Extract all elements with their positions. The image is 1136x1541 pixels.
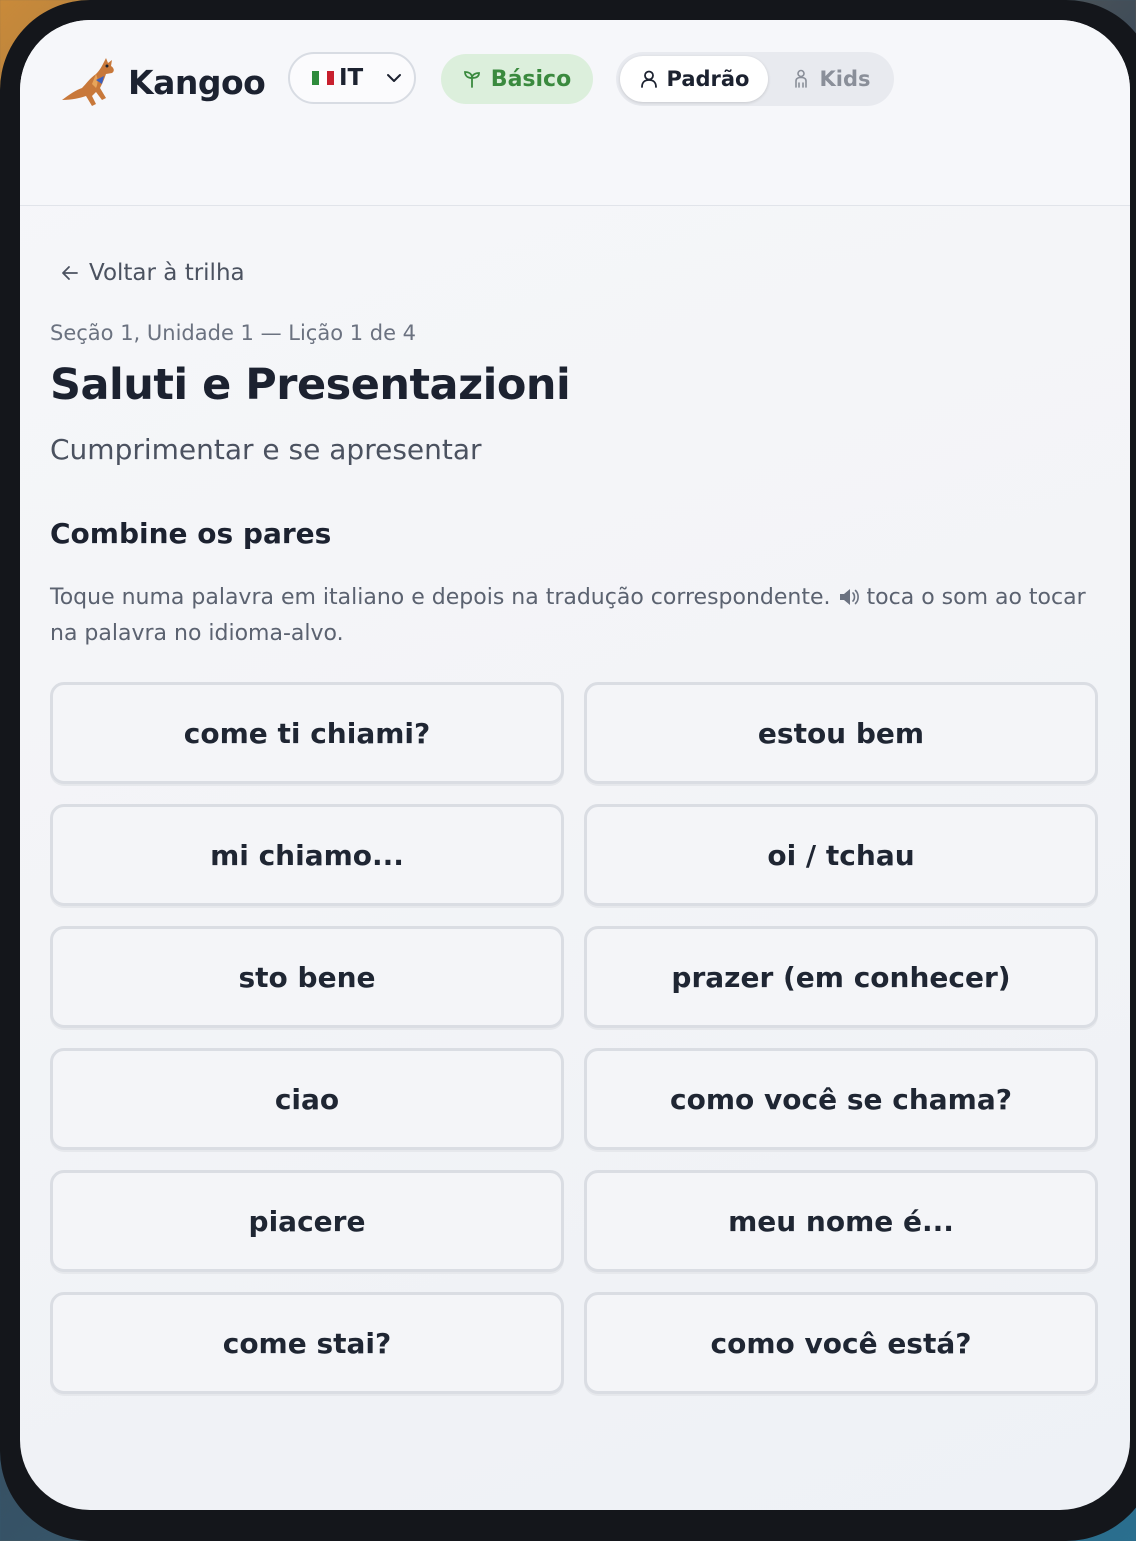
match-card-portuguese[interactable]: como você está? bbox=[584, 1292, 1098, 1394]
exercise-instructions: Toque numa palavra em italiano e depois … bbox=[50, 580, 1100, 652]
page-title: Saluti e Presentazioni bbox=[50, 360, 571, 410]
page-subtitle: Cumprimentar e se apresentar bbox=[50, 433, 482, 466]
level-label: Básico bbox=[490, 66, 572, 92]
italy-flag-icon bbox=[312, 71, 334, 85]
speaker-icon bbox=[839, 589, 859, 605]
match-card-portuguese[interactable]: prazer (em conhecer) bbox=[584, 926, 1098, 1028]
match-card-portuguese[interactable]: meu nome é... bbox=[584, 1170, 1098, 1272]
chevron-down-icon bbox=[387, 74, 401, 82]
breadcrumb: Seção 1, Unidade 1 — Lição 1 de 4 bbox=[50, 321, 417, 345]
level-badge[interactable]: Básico bbox=[441, 54, 593, 104]
match-card-italian[interactable]: come ti chiami? bbox=[50, 682, 564, 784]
instructions-text-before: Toque numa palavra em italiano e depois … bbox=[50, 585, 831, 610]
app-logo[interactable]: Kangoo bbox=[56, 54, 266, 110]
match-card-portuguese[interactable]: oi / tchau bbox=[584, 804, 1098, 906]
match-card-italian[interactable]: mi chiamo... bbox=[50, 804, 564, 906]
match-card-italian[interactable]: sto bene bbox=[50, 926, 564, 1028]
back-to-path-link[interactable]: Voltar à trilha bbox=[60, 260, 245, 286]
mode-standard-button[interactable]: Padrão bbox=[620, 56, 768, 102]
child-icon bbox=[795, 69, 808, 88]
match-card-portuguese[interactable]: como você se chama? bbox=[584, 1048, 1098, 1150]
device-frame: Kangoo IT Básico Padrão Kids Voltar à tr… bbox=[0, 0, 1136, 1541]
match-card-italian[interactable]: come stai? bbox=[50, 1292, 564, 1394]
back-link-label: Voltar à trilha bbox=[89, 260, 245, 286]
language-code: IT bbox=[339, 65, 364, 91]
exercise-heading: Combine os pares bbox=[50, 517, 332, 550]
match-card-italian[interactable]: piacere bbox=[50, 1170, 564, 1272]
top-bar: Kangoo IT Básico Padrão Kids bbox=[20, 20, 1130, 206]
arrow-left-icon bbox=[62, 266, 78, 280]
mode-standard-label: Padrão bbox=[666, 67, 750, 91]
mode-kids-button[interactable]: Kids bbox=[776, 56, 886, 102]
app-screen: Kangoo IT Básico Padrão Kids Voltar à tr… bbox=[20, 20, 1130, 1510]
kangaroo-logo-icon bbox=[62, 58, 114, 106]
match-card-italian[interactable]: ciao bbox=[50, 1048, 564, 1150]
language-select[interactable]: IT bbox=[288, 52, 416, 104]
mode-toggle: Padrão Kids bbox=[616, 52, 894, 106]
person-icon bbox=[640, 70, 657, 88]
match-card-portuguese[interactable]: estou bem bbox=[584, 682, 1098, 784]
sprout-icon bbox=[463, 71, 480, 88]
mode-kids-label: Kids bbox=[819, 67, 871, 91]
app-name: Kangoo bbox=[128, 62, 266, 102]
